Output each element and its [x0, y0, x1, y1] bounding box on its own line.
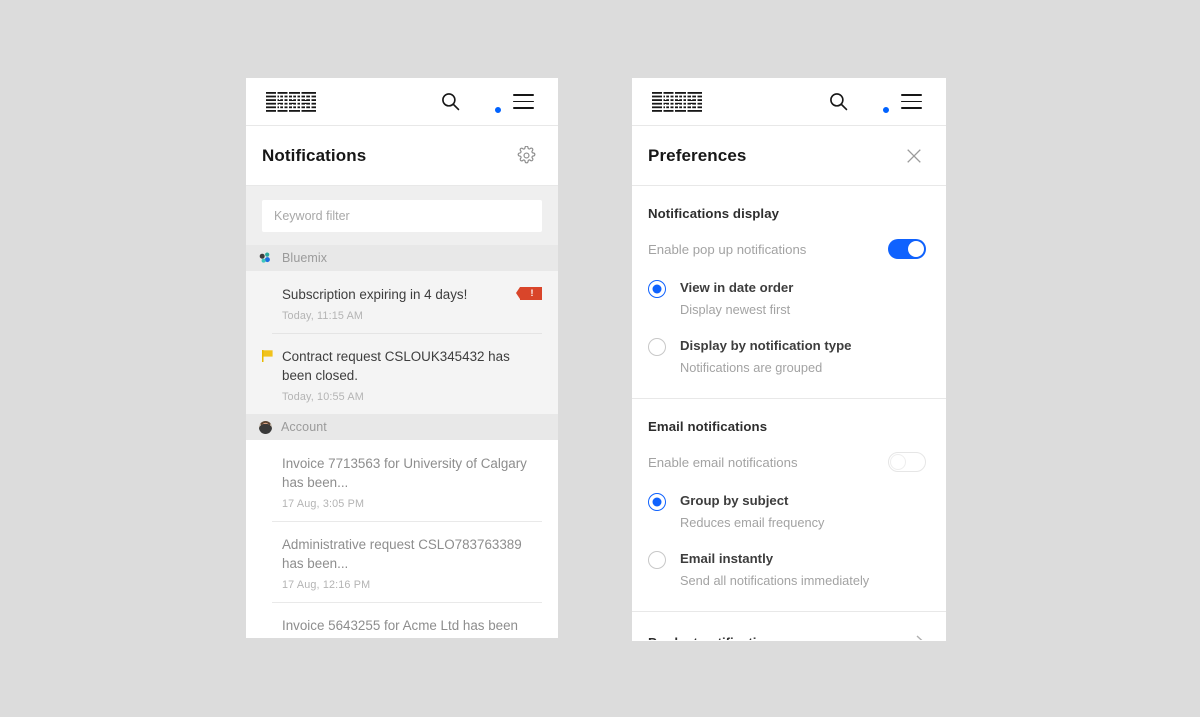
section-notifications-display: Notifications display Enable pop up noti…	[632, 186, 946, 399]
radio-option-group-by-subject[interactable]: Group by subject Reduces email frequency	[648, 492, 926, 531]
toggle-row-email: Enable email notifications	[648, 452, 926, 472]
notification-time: 17 Aug, 3:05 PM	[282, 498, 365, 510]
notification-title: Invoice 5643255 for Acme Ltd has been ad…	[282, 618, 518, 633]
notifications-panel: Notifications Bluemix	[246, 78, 558, 638]
notification-item[interactable]: Invoice 5643255 for Acme Ltd has been ad…	[246, 602, 558, 637]
toggle-knob	[890, 454, 906, 470]
notification-item[interactable]: Contract request CSLOUK345432 has been c…	[246, 333, 558, 414]
notifications-body: Bluemix Subscription expiring in 4 days!…	[246, 186, 558, 637]
notification-time: 17 Aug, 12:16 PM	[282, 579, 371, 591]
radio-description: Send all notifications immediately	[680, 573, 870, 588]
search-icon	[441, 93, 459, 111]
bluemix-icon	[259, 252, 270, 263]
keyword-filter-input[interactable]	[262, 200, 542, 232]
notification-item[interactable]: Invoice 7713563 for University of Calgar…	[246, 440, 558, 521]
notification-title: Administrative request CSLO783763389 has…	[282, 537, 522, 571]
notification-group-bluemix: Subscription expiring in 4 days! Today, …	[246, 271, 558, 414]
notification-marker	[262, 616, 274, 619]
close-icon	[907, 148, 921, 163]
notification-item[interactable]: Subscription expiring in 4 days! Today, …	[246, 271, 558, 333]
status-dot-icon	[494, 106, 502, 114]
radio-indicator	[648, 493, 666, 511]
toggle-row-popup: Enable pop up notifications	[648, 239, 926, 259]
flag-icon	[262, 350, 273, 362]
status-badge: !	[516, 287, 542, 300]
search-button[interactable]	[821, 85, 855, 119]
notification-marker	[262, 347, 274, 362]
radio-option-email-instantly[interactable]: Email instantly Send all notifications i…	[648, 550, 926, 589]
preferences-body: Notifications display Enable pop up noti…	[632, 186, 946, 640]
radio-indicator	[648, 338, 666, 356]
page-title: Preferences	[648, 145, 747, 165]
group-label: Account	[281, 420, 327, 434]
radio-label: View in date order	[680, 280, 794, 295]
radio-option-date-order[interactable]: View in date order Display newest first	[648, 279, 926, 318]
notification-marker	[262, 454, 274, 457]
notification-marker	[262, 535, 274, 538]
radio-indicator	[648, 280, 666, 298]
toggle-label: Enable email notifications	[648, 454, 798, 470]
group-header-bluemix: Bluemix	[246, 245, 558, 271]
hamburger-menu-icon	[512, 94, 534, 109]
search-button[interactable]	[433, 85, 467, 119]
notification-marker	[262, 285, 274, 288]
menu-button[interactable]	[894, 85, 928, 119]
notification-item[interactable]: Administrative request CSLO783763389 has…	[246, 521, 558, 602]
notification-title: Invoice 7713563 for University of Calgar…	[282, 456, 527, 490]
search-icon	[829, 93, 847, 111]
notification-time: Today, 10:55 AM	[282, 391, 364, 403]
section-title: Product notifications	[648, 635, 915, 641]
radio-option-notification-type[interactable]: Display by notification type Notificatio…	[648, 337, 926, 376]
page-title: Notifications	[262, 145, 367, 165]
toggle-knob	[908, 241, 924, 257]
screen: Notifications Bluemix	[0, 0, 1200, 717]
notification-time: Today, 11:15 AM	[282, 310, 364, 322]
avatar[interactable]	[475, 89, 502, 114]
preferences-titlebar: Preferences	[632, 126, 946, 186]
email-notifications-toggle[interactable]	[888, 452, 926, 472]
popup-notifications-toggle[interactable]	[888, 239, 926, 259]
group-header-account: Account	[246, 414, 558, 440]
toggle-label: Enable pop up notifications	[648, 241, 807, 257]
filter-zone	[246, 186, 558, 245]
preferences-panel: Preferences Notifications display Enable…	[632, 78, 946, 641]
ibm-logo[interactable]	[266, 91, 316, 112]
chevron-right-icon	[916, 635, 923, 640]
radio-description: Notifications are grouped	[680, 360, 823, 375]
radio-label: Group by subject	[680, 493, 789, 508]
radio-indicator	[648, 551, 666, 569]
radio-group-email-frequency: Group by subject Reduces email frequency…	[648, 492, 926, 589]
avatar[interactable]	[863, 89, 890, 114]
gear-icon	[517, 146, 535, 164]
notification-group-account: Invoice 7713563 for University of Calgar…	[246, 440, 558, 637]
radio-description: Reduces email frequency	[680, 515, 825, 530]
radio-label: Display by notification type	[680, 338, 852, 353]
status-badge-label: !	[530, 287, 534, 298]
radio-description: Display newest first	[680, 302, 791, 317]
section-title: Email notifications	[648, 419, 768, 434]
settings-button[interactable]	[512, 142, 540, 170]
close-button[interactable]	[900, 142, 928, 170]
menu-button[interactable]	[506, 85, 540, 119]
notification-title: Contract request CSLOUK345432 has been c…	[282, 349, 510, 383]
ibm-masthead	[246, 78, 558, 126]
account-avatar-icon	[259, 420, 272, 434]
ibm-masthead	[632, 78, 946, 126]
section-email-notifications: Email notifications Enable email notific…	[632, 399, 946, 612]
notifications-titlebar: Notifications	[246, 126, 558, 186]
product-notifications-row[interactable]: Product notifications	[648, 632, 926, 640]
hamburger-menu-icon	[900, 94, 922, 109]
section-title: Notifications display	[648, 206, 780, 221]
group-label: Bluemix	[282, 251, 328, 265]
notification-title: Subscription expiring in 4 days!	[282, 287, 468, 302]
ibm-logo[interactable]	[652, 91, 702, 112]
radio-label: Email instantly	[680, 551, 774, 566]
status-dot-icon	[882, 106, 890, 114]
section-product-notifications: Product notifications	[632, 612, 946, 640]
radio-group-display-order: View in date order Display newest first …	[648, 279, 926, 376]
